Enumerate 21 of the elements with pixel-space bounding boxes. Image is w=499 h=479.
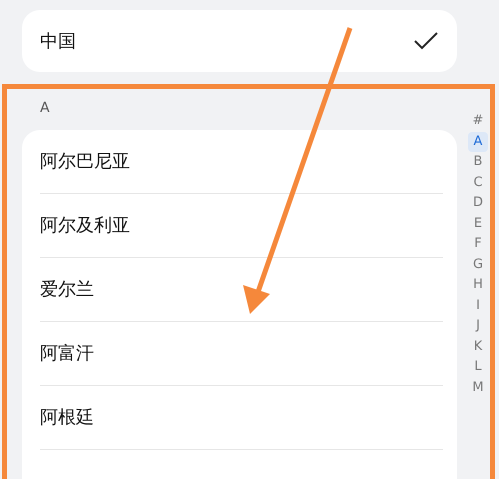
country-item[interactable]: 阿根廷 — [40, 386, 443, 450]
index-letter[interactable]: F — [468, 234, 488, 254]
index-letter[interactable]: D — [468, 193, 488, 214]
index-letter[interactable]: A — [468, 132, 488, 152]
section-header: A — [39, 100, 51, 118]
index-letter[interactable]: E — [468, 214, 488, 234]
country-item[interactable]: 阿尔及利亚 — [40, 194, 443, 258]
index-letter[interactable]: G — [468, 254, 488, 275]
index-letter[interactable]: K — [468, 336, 488, 357]
index-letter[interactable]: C — [468, 172, 488, 193]
index-letter[interactable]: L — [468, 357, 488, 378]
country-item[interactable]: 阿尔巴尼亚 — [40, 130, 443, 194]
index-letter[interactable]: I — [468, 296, 488, 316]
index-letter[interactable]: H — [468, 275, 488, 296]
index-letter[interactable]: J — [468, 316, 488, 336]
region-name: 中国 — [40, 30, 76, 53]
country-item[interactable]: 阿富汗 — [40, 322, 443, 386]
index-letter[interactable]: M — [468, 378, 488, 398]
current-region-item[interactable]: 中国 — [22, 10, 457, 72]
index-letter[interactable]: # — [468, 111, 488, 132]
index-letter[interactable]: B — [468, 152, 488, 172]
